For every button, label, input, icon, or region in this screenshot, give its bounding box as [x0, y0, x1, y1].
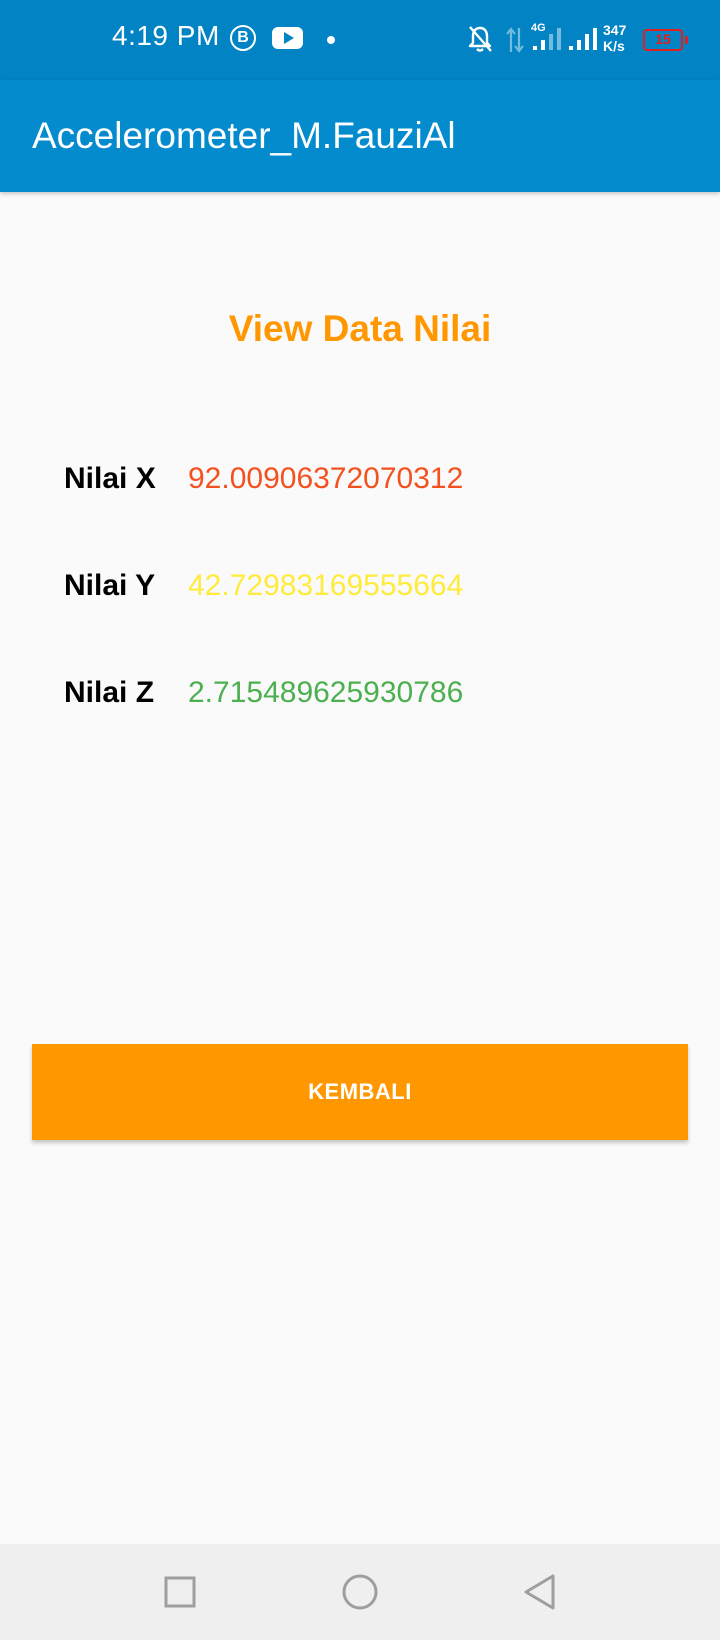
signal-icon	[569, 28, 597, 50]
status-bar: 4:19 PM B 4G 347 K/s 15	[0, 0, 720, 80]
network-speed-value: 347	[603, 22, 627, 38]
youtube-icon	[272, 27, 303, 49]
home-icon	[342, 1574, 378, 1610]
back-icon	[524, 1574, 555, 1610]
b-badge-icon: B	[230, 25, 256, 51]
bell-off-icon	[468, 26, 492, 52]
value-x: 92.00906372070312	[188, 462, 464, 495]
recents-icon	[164, 1576, 196, 1608]
kembali-button[interactable]: KEMBALI	[32, 1044, 688, 1140]
network-speed: 347 K/s	[603, 22, 626, 54]
app-bar: Accelerometer_M.FauziAl	[0, 80, 720, 192]
value-y: 42.72983169555664	[188, 569, 464, 602]
recents-button[interactable]	[132, 1544, 228, 1640]
value-z: 2.715489625930786	[188, 676, 464, 709]
value-label-x: Nilai X	[64, 462, 156, 495]
app-title: Accelerometer_M.FauziAl	[32, 115, 456, 156]
value-label-z: Nilai Z	[64, 676, 155, 709]
home-button[interactable]	[312, 1544, 408, 1640]
value-row-z: Nilai Z 2.715489625930786	[64, 676, 664, 726]
back-button[interactable]	[492, 1544, 588, 1640]
page-heading: View Data Nilai	[228, 308, 492, 349]
value-row-x: Nilai X 92.00906372070312	[64, 462, 664, 512]
status-time: 4:19 PM	[112, 20, 220, 51]
signal-icon	[533, 28, 561, 50]
network-speed-unit: K/s	[603, 38, 625, 54]
navigation-bar	[0, 1544, 720, 1640]
battery-icon: 15	[643, 29, 688, 51]
value-row-y: Nilai Y 42.72983169555664	[64, 569, 664, 619]
value-label-y: Nilai Y	[64, 569, 156, 602]
data-arrows-icon	[506, 27, 524, 53]
dot-icon	[327, 36, 335, 44]
